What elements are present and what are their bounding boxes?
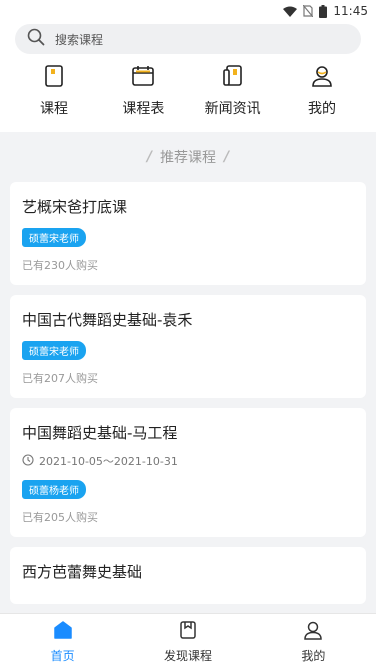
quick-link-mine[interactable]: 我的 bbox=[287, 64, 357, 118]
clock-time: 11:45 bbox=[333, 4, 368, 18]
course-title: 中国古代舞蹈史基础-袁禾 bbox=[22, 311, 193, 329]
calendar-icon bbox=[131, 64, 155, 92]
tab-home[interactable]: 首页 bbox=[0, 614, 125, 669]
discover-icon bbox=[178, 620, 198, 644]
quick-link-news[interactable]: 新闻资讯 bbox=[198, 64, 268, 118]
home-icon bbox=[53, 620, 73, 644]
wifi-icon bbox=[283, 6, 298, 17]
tab-label: 首页 bbox=[50, 648, 75, 663]
quick-link-schedule[interactable]: 课程表 bbox=[108, 64, 178, 118]
course-title: 中国舞蹈史基础-马工程 bbox=[22, 424, 178, 442]
teacher-tag: 硕蕾杨老师 bbox=[22, 480, 86, 499]
quick-link-course[interactable]: 课程 bbox=[19, 64, 89, 118]
buyer-count: 已有207人购买 bbox=[22, 372, 98, 385]
profile-icon bbox=[303, 620, 323, 644]
tab-label: 发现课程 bbox=[163, 648, 212, 663]
tab-discover[interactable]: 发现课程 bbox=[125, 614, 250, 669]
course-title: 艺概宋爸打底课 bbox=[22, 198, 128, 216]
quick-link-label: 课程 bbox=[40, 101, 68, 117]
course-card[interactable]: 西方芭蕾舞史基础 bbox=[10, 547, 366, 604]
course-title: 西方芭蕾舞史基础 bbox=[22, 563, 143, 581]
user-icon bbox=[310, 64, 334, 92]
bottom-tab-bar: 首页 发现课程 我的 bbox=[0, 613, 376, 669]
course-list: 艺概宋爸打底课 硕蕾宋老师 已有230人购买 中国古代舞蹈史基础-袁禾 硕蕾宋老… bbox=[0, 182, 376, 604]
quick-link-label: 我的 bbox=[307, 101, 336, 117]
quick-link-label: 新闻资讯 bbox=[204, 101, 261, 117]
header-panel: 搜索课程 课程 课程表 新闻资讯 我的 bbox=[0, 22, 376, 132]
quick-links: 课程 课程表 新闻资讯 我的 bbox=[15, 64, 361, 118]
course-card[interactable]: 中国舞蹈史基础-马工程 2021-10-05～2021-10-31 硕蕾杨老师 … bbox=[10, 408, 366, 537]
tab-profile[interactable]: 我的 bbox=[251, 614, 376, 669]
course-icon bbox=[43, 64, 65, 92]
tab-label: 我的 bbox=[301, 648, 326, 663]
search-bar[interactable]: 搜索课程 bbox=[15, 24, 361, 54]
status-bar: 11:45 bbox=[0, 0, 376, 22]
battery-icon bbox=[319, 4, 328, 18]
course-date: 2021-10-05～2021-10-31 bbox=[22, 453, 354, 469]
buyer-count: 已有230人购买 bbox=[22, 259, 98, 272]
course-card[interactable]: 中国古代舞蹈史基础-袁禾 硕蕾宋老师 已有207人购买 bbox=[10, 295, 366, 398]
no-sim-icon bbox=[303, 5, 314, 17]
course-date-text: 2021-10-05～2021-10-31 bbox=[39, 455, 178, 468]
teacher-tag: 硕蕾宋老师 bbox=[22, 228, 86, 247]
search-placeholder: 搜索课程 bbox=[55, 32, 104, 47]
decor-slash: / bbox=[146, 149, 152, 165]
teacher-tag: 硕蕾宋老师 bbox=[22, 341, 86, 360]
decor-slash: / bbox=[224, 149, 230, 165]
buyer-count: 已有205人购买 bbox=[22, 511, 98, 524]
news-icon bbox=[221, 64, 245, 92]
section-title: 推荐课程 bbox=[160, 150, 216, 166]
section-header: / 推荐课程 / bbox=[0, 132, 376, 182]
search-icon bbox=[27, 28, 45, 50]
clock-icon bbox=[22, 453, 34, 469]
course-card[interactable]: 艺概宋爸打底课 硕蕾宋老师 已有230人购买 bbox=[10, 182, 366, 285]
quick-link-label: 课程表 bbox=[122, 101, 165, 117]
